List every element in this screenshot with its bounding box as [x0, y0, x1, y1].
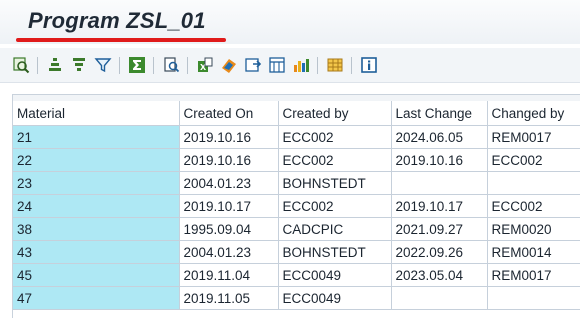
table-row[interactable]: 24 2019.10.17 ECC002 2019.10.17 ECC002	[13, 194, 580, 218]
last-change-cell[interactable]: 2023.05.04	[391, 263, 488, 287]
created-by-cell[interactable]: ECC002	[278, 194, 392, 218]
table-row[interactable]: 45 2019.11.04 ECC0049 2023.05.04 REM0017	[13, 263, 580, 287]
column-header-last-change[interactable]: Last Change	[391, 101, 488, 126]
last-change-cell[interactable]: 2024.06.05	[391, 125, 488, 149]
material-cell[interactable]: 43	[13, 240, 180, 264]
column-header-created-on[interactable]: Created On	[179, 101, 279, 126]
changed-by-cell[interactable]	[487, 286, 580, 310]
layout-icon[interactable]	[268, 56, 286, 74]
sort-descending-icon[interactable]	[70, 56, 88, 74]
view-icon[interactable]	[244, 56, 262, 74]
created-by-cell[interactable]: ECC0049	[278, 286, 392, 310]
alv-grid: Material Created On Created by Last Chan…	[12, 94, 580, 318]
alv-toolbar: X	[0, 48, 580, 83]
material-cell[interactable]: 23	[13, 171, 180, 195]
toolbar-separator	[119, 57, 120, 74]
title-bar: Program ZSL_01	[0, 0, 580, 44]
toolbar-separator	[351, 57, 352, 74]
created-on-cell[interactable]: 2004.01.23	[179, 240, 279, 264]
select-layout-icon[interactable]	[326, 56, 344, 74]
last-change-cell[interactable]	[391, 171, 488, 195]
created-on-cell[interactable]: 1995.09.04	[179, 217, 279, 241]
changed-by-cell[interactable]: REM0020	[487, 217, 580, 241]
created-on-cell[interactable]: 2019.10.16	[179, 125, 279, 149]
material-cell[interactable]: 22	[13, 148, 180, 172]
material-cell[interactable]: 21	[13, 125, 180, 149]
toolbar-separator	[187, 57, 188, 74]
created-by-cell[interactable]: CADCPIC	[278, 217, 392, 241]
last-change-cell[interactable]: 2019.10.16	[391, 148, 488, 172]
column-header-created-by[interactable]: Created by	[278, 101, 392, 126]
title-underline	[16, 38, 226, 42]
details-icon[interactable]	[12, 56, 30, 74]
information-icon[interactable]	[360, 56, 378, 74]
created-by-cell[interactable]: BOHNSTEDT	[278, 171, 392, 195]
material-cell[interactable]: 24	[13, 194, 180, 218]
toolbar-separator	[153, 57, 154, 74]
created-on-cell[interactable]: 2004.01.23	[179, 171, 279, 195]
table-row[interactable]: 47 2019.11.05 ECC0049	[13, 286, 580, 310]
changed-by-cell[interactable]: REM0017	[487, 263, 580, 287]
print-preview-icon[interactable]	[162, 56, 180, 74]
changed-by-cell[interactable]: ECC002	[487, 194, 580, 218]
abc-analysis-icon[interactable]	[220, 56, 238, 74]
created-by-cell[interactable]: ECC002	[278, 148, 392, 172]
graphic-icon[interactable]	[292, 56, 310, 74]
created-on-cell[interactable]: 2019.10.17	[179, 194, 279, 218]
last-change-cell[interactable]	[391, 286, 488, 310]
table-row[interactable]: 23 2004.01.23 BOHNSTEDT	[13, 171, 580, 195]
table-row[interactable]: 21 2019.10.16 ECC002 2024.06.05 REM0017	[13, 125, 580, 149]
toolbar-separator	[37, 57, 38, 74]
column-header-material[interactable]: Material	[13, 101, 180, 126]
last-change-cell[interactable]: 2022.09.26	[391, 240, 488, 264]
table-row[interactable]: 43 2004.01.23 BOHNSTEDT 2022.09.26 REM00…	[13, 240, 580, 264]
material-cell[interactable]: 38	[13, 217, 180, 241]
changed-by-cell[interactable]: ECC002	[487, 148, 580, 172]
toolbar-separator	[317, 57, 318, 74]
changed-by-cell[interactable]	[487, 171, 580, 195]
created-on-cell[interactable]: 2019.10.16	[179, 148, 279, 172]
created-on-cell[interactable]: 2019.11.05	[179, 286, 279, 310]
table-row[interactable]: 22 2019.10.16 ECC002 2019.10.16 ECC002	[13, 148, 580, 172]
created-by-cell[interactable]: ECC002	[278, 125, 392, 149]
created-by-cell[interactable]: ECC0049	[278, 263, 392, 287]
export-icon[interactable]: X	[196, 56, 214, 74]
data-table: Material Created On Created by Last Chan…	[13, 101, 580, 310]
page-title: Program ZSL_01	[28, 8, 206, 33]
last-change-cell[interactable]: 2021.09.27	[391, 217, 488, 241]
sum-icon[interactable]	[128, 56, 146, 74]
table-header-row: Material Created On Created by Last Chan…	[13, 101, 580, 126]
changed-by-cell[interactable]: REM0014	[487, 240, 580, 264]
column-header-changed-by[interactable]: Changed by	[487, 101, 580, 126]
material-cell[interactable]: 47	[13, 286, 180, 310]
created-on-cell[interactable]: 2019.11.04	[179, 263, 279, 287]
filter-icon[interactable]	[94, 56, 112, 74]
table-row[interactable]: 38 1995.09.04 CADCPIC 2021.09.27 REM0020	[13, 217, 580, 241]
changed-by-cell[interactable]: REM0017	[487, 125, 580, 149]
created-by-cell[interactable]: BOHNSTEDT	[278, 240, 392, 264]
last-change-cell[interactable]: 2019.10.17	[391, 194, 488, 218]
material-cell[interactable]: 45	[13, 263, 180, 287]
sort-ascending-icon[interactable]	[46, 56, 64, 74]
grid-header-strip	[13, 94, 580, 101]
